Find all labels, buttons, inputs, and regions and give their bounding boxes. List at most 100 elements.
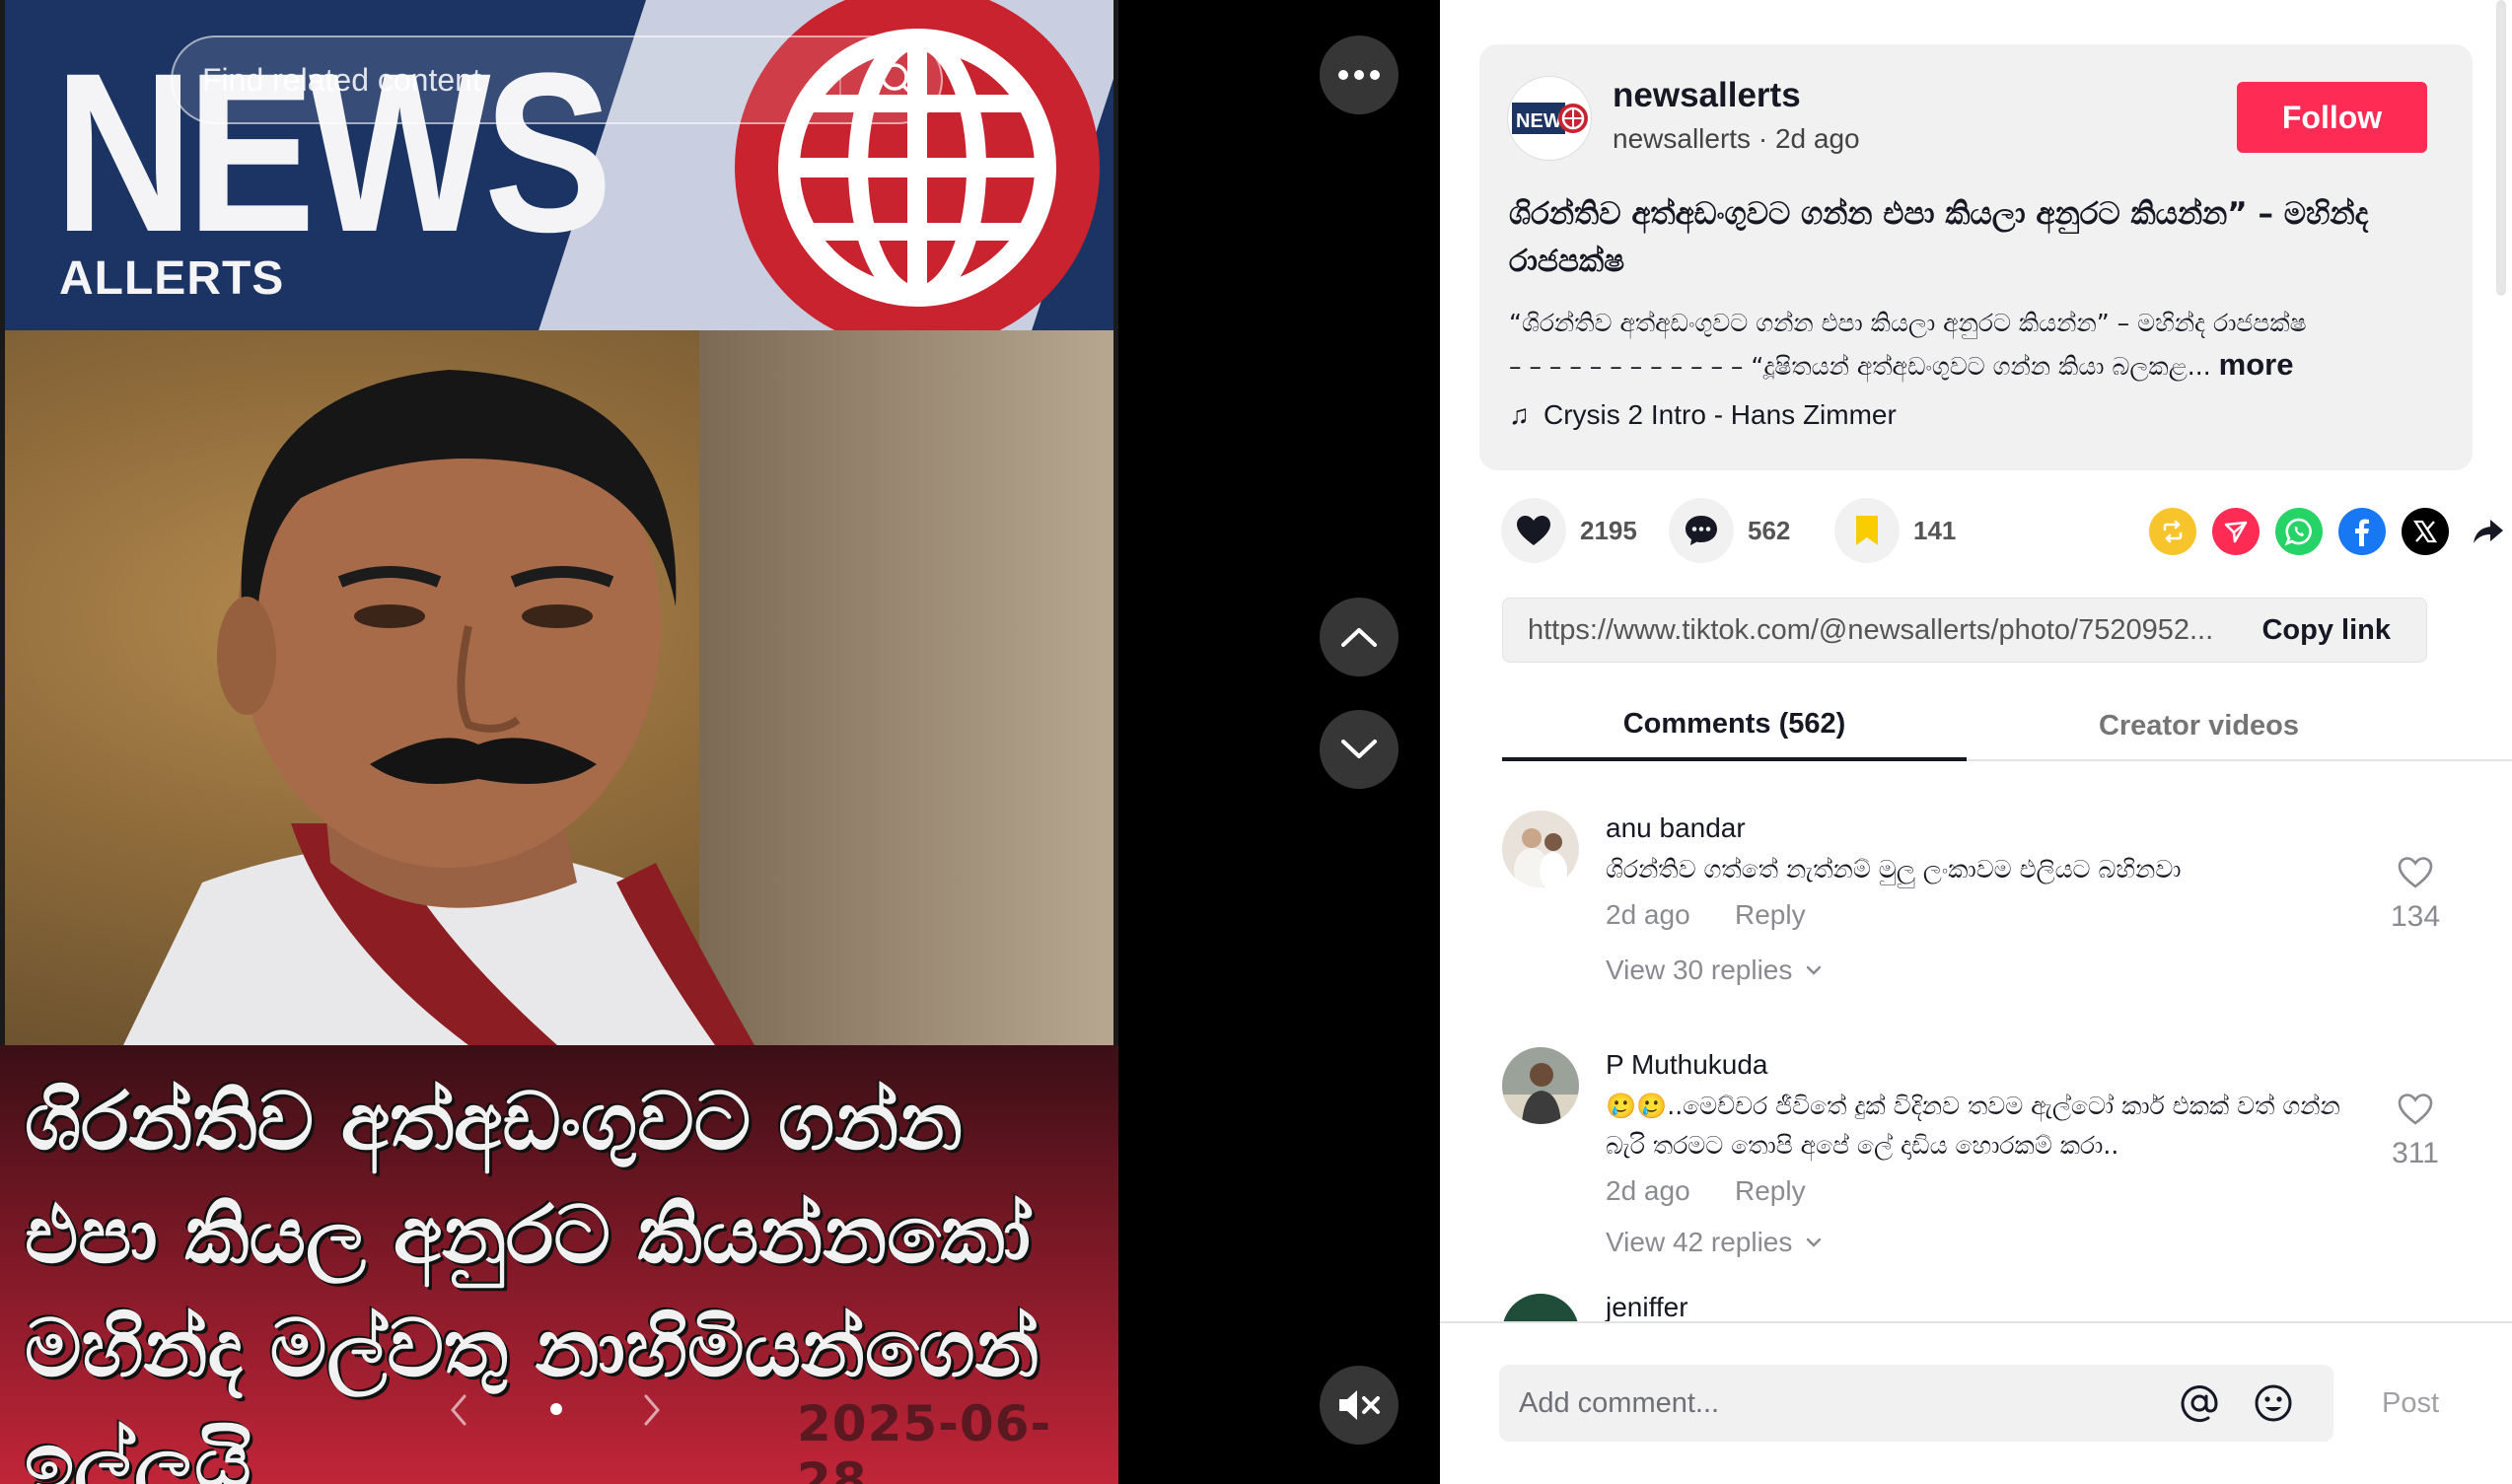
post-description-line1: “ශිරන්තිව අත්අඩංගුවට ගන්න එපා කියලා අනුර… — [1509, 309, 2307, 337]
heart-outline-icon — [2398, 857, 2433, 888]
comment-composer: Post — [1440, 1321, 2512, 1484]
next-post-button[interactable] — [1320, 710, 1399, 789]
facebook-share-button[interactable] — [2338, 508, 2386, 555]
reply-button[interactable]: Reply — [1735, 899, 1806, 931]
share-link-box: https://www.tiktok.com/@newsallerts/phot… — [1502, 598, 2427, 663]
search-divider — [839, 57, 841, 105]
meta-separator: · — [1751, 123, 1775, 154]
tab-comments[interactable]: Comments (562) — [1502, 690, 1967, 761]
comment-text: 🥲🥲..මෙච්චර ජීවිතේ දුක් විදිනව තවම ඇල්ටෝ … — [1606, 1092, 2340, 1160]
heart-icon — [1517, 516, 1550, 545]
comment-username[interactable]: anu bandar — [1606, 813, 1746, 844]
chevron-down-icon — [1807, 965, 1822, 975]
comment-input-box — [1499, 1365, 2333, 1442]
comment-like[interactable]: 134 — [2376, 856, 2455, 934]
more-horizontal-icon — [1338, 70, 1380, 80]
comment-time: 2d ago — [1606, 899, 1690, 930]
chevron-up-icon — [1341, 628, 1377, 647]
like-count: 2195 — [1580, 515, 1637, 545]
more-link[interactable]: more — [2219, 347, 2294, 382]
comment-button[interactable] — [1669, 498, 1734, 563]
details-panel: NEWS newsallerts newsallerts · 2d ago Fo… — [1440, 0, 2512, 1484]
post-title: ශිරන්තිව අත්අඩංගුවට ගන්න එපා කියලා අනුරට… — [1509, 196, 2369, 279]
like-button[interactable] — [1501, 498, 1566, 563]
x-logo-icon — [2412, 520, 2438, 543]
repost-button[interactable] — [2149, 508, 2196, 555]
x-share-button[interactable] — [2402, 508, 2449, 555]
search-icon — [881, 63, 915, 98]
carousel-indicator — [550, 1403, 562, 1415]
comment-time: 2d ago — [1606, 1175, 1690, 1206]
chevron-right-icon — [644, 1394, 660, 1426]
chevron-down-icon — [1341, 740, 1377, 758]
music-link[interactable]: ♫ Crysis 2 Intro - Hans Zimmer — [1509, 399, 1897, 431]
headline-overlay: ශිරන්තිව අත්අඩංගුවට ගන්න එපා කියල අනුරට … — [0, 1045, 1118, 1484]
carousel-prev-button[interactable] — [439, 1385, 478, 1435]
repost-icon — [2163, 520, 2183, 543]
chevron-left-icon — [451, 1394, 467, 1426]
reply-button[interactable]: Reply — [1735, 1175, 1806, 1207]
search-button[interactable] — [853, 37, 942, 122]
action-bar: 2195 562 141 — [1501, 498, 2503, 567]
comment-list: anu bandar ශිරන්තිව ගත්තේ නැත්නම් මුලු ල… — [1502, 789, 2478, 1321]
emoji-icon — [2255, 1384, 2292, 1422]
share-link-url[interactable]: https://www.tiktok.com/@newsallerts/phot… — [1528, 599, 2238, 662]
facebook-icon — [2355, 519, 2369, 546]
previous-post-button[interactable] — [1320, 598, 1399, 676]
post-description-line2: – – – – – – – – – – – – “දූෂිතයන් අත්අඩං… — [1509, 352, 2211, 381]
copy-link-button[interactable]: Copy link — [2261, 599, 2391, 662]
comment-input[interactable] — [1519, 1365, 2150, 1442]
post-photo[interactable]: NEWS ALLERTS ශිරන්තිව අත්අඩංගුවට ගන්න එප… — [0, 0, 1118, 1484]
comment-action[interactable]: 562 — [1669, 498, 1790, 563]
music-title: Crysis 2 Intro - Hans Zimmer — [1543, 399, 1897, 430]
panel-scrollbar[interactable] — [2496, 0, 2506, 296]
post-comment-button[interactable]: Post — [2382, 1365, 2439, 1442]
save-button[interactable] — [1834, 498, 1900, 563]
share-arrow-icon — [2474, 520, 2503, 543]
save-action[interactable]: 141 — [1834, 498, 1956, 563]
comment-like-count: 134 — [2390, 900, 2441, 933]
more-options-button[interactable] — [1320, 35, 1399, 114]
post-description: “ශිරන්තිව අත්අඩංගුවට ගන්න එපා කියලා අනුර… — [1509, 303, 2446, 388]
send-icon — [2224, 521, 2248, 543]
comment-count: 562 — [1748, 515, 1791, 545]
mute-icon — [1339, 1390, 1380, 1420]
view-replies-button[interactable]: View 30 replies — [1606, 954, 1826, 986]
mute-button[interactable] — [1320, 1366, 1399, 1445]
send-button[interactable] — [2212, 508, 2260, 555]
portrait-image — [5, 330, 1113, 1045]
view-replies-button[interactable]: View 42 replies — [1606, 1227, 1826, 1258]
post-card: NEWS newsallerts newsallerts · 2d ago Fo… — [1479, 44, 2473, 470]
comment-username[interactable]: jeniffer — [1606, 1292, 1688, 1321]
carousel-next-button[interactable] — [632, 1385, 672, 1435]
emoji-button[interactable] — [2249, 1378, 2298, 1428]
bookmark-icon — [1856, 516, 1878, 545]
post-time: 2d ago — [1774, 123, 1860, 154]
follow-button[interactable]: Follow — [2237, 82, 2427, 153]
headline-overlay-date: 2025-06-28 — [797, 1395, 1052, 1484]
more-share-button[interactable] — [2465, 508, 2512, 555]
panel-tabs: Comments (562) Creator videos — [1502, 690, 2512, 761]
whatsapp-icon — [2284, 518, 2312, 546]
music-note-icon: ♫ — [1509, 399, 1530, 430]
search-input[interactable] — [202, 37, 833, 122]
tab-creator-videos[interactable]: Creator videos — [1967, 690, 2431, 761]
comment-like-count: 311 — [2392, 1137, 2439, 1169]
comment-like[interactable]: 311 — [2376, 1093, 2455, 1170]
comment-avatar[interactable] — [1502, 811, 1579, 887]
comment-avatar[interactable] — [1502, 1294, 1579, 1321]
save-count: 141 — [1913, 515, 1957, 545]
mention-button[interactable] — [2175, 1378, 2224, 1428]
comment-icon — [1686, 516, 1717, 545]
author-handle[interactable]: newsallerts — [1613, 123, 1751, 154]
comment-username[interactable]: P Muthukuda — [1606, 1049, 1768, 1081]
whatsapp-share-button[interactable] — [2275, 508, 2323, 555]
comment-avatar[interactable] — [1502, 1047, 1579, 1124]
author-avatar[interactable]: NEWS — [1507, 76, 1592, 161]
at-mention-icon — [2181, 1385, 2218, 1423]
author-meta: newsallerts · 2d ago — [1613, 123, 1860, 155]
like-action[interactable]: 2195 — [1501, 498, 1637, 563]
media-viewer: NEWS ALLERTS ශිරන්තිව අත්අඩංගුවට ගන්න එප… — [0, 0, 1440, 1484]
comment-text: ශිරන්තිව ගත්තේ නැත්නම් මුලු ලංකාවම එලියට… — [1606, 855, 2182, 883]
author-name[interactable]: newsallerts — [1613, 76, 1801, 115]
